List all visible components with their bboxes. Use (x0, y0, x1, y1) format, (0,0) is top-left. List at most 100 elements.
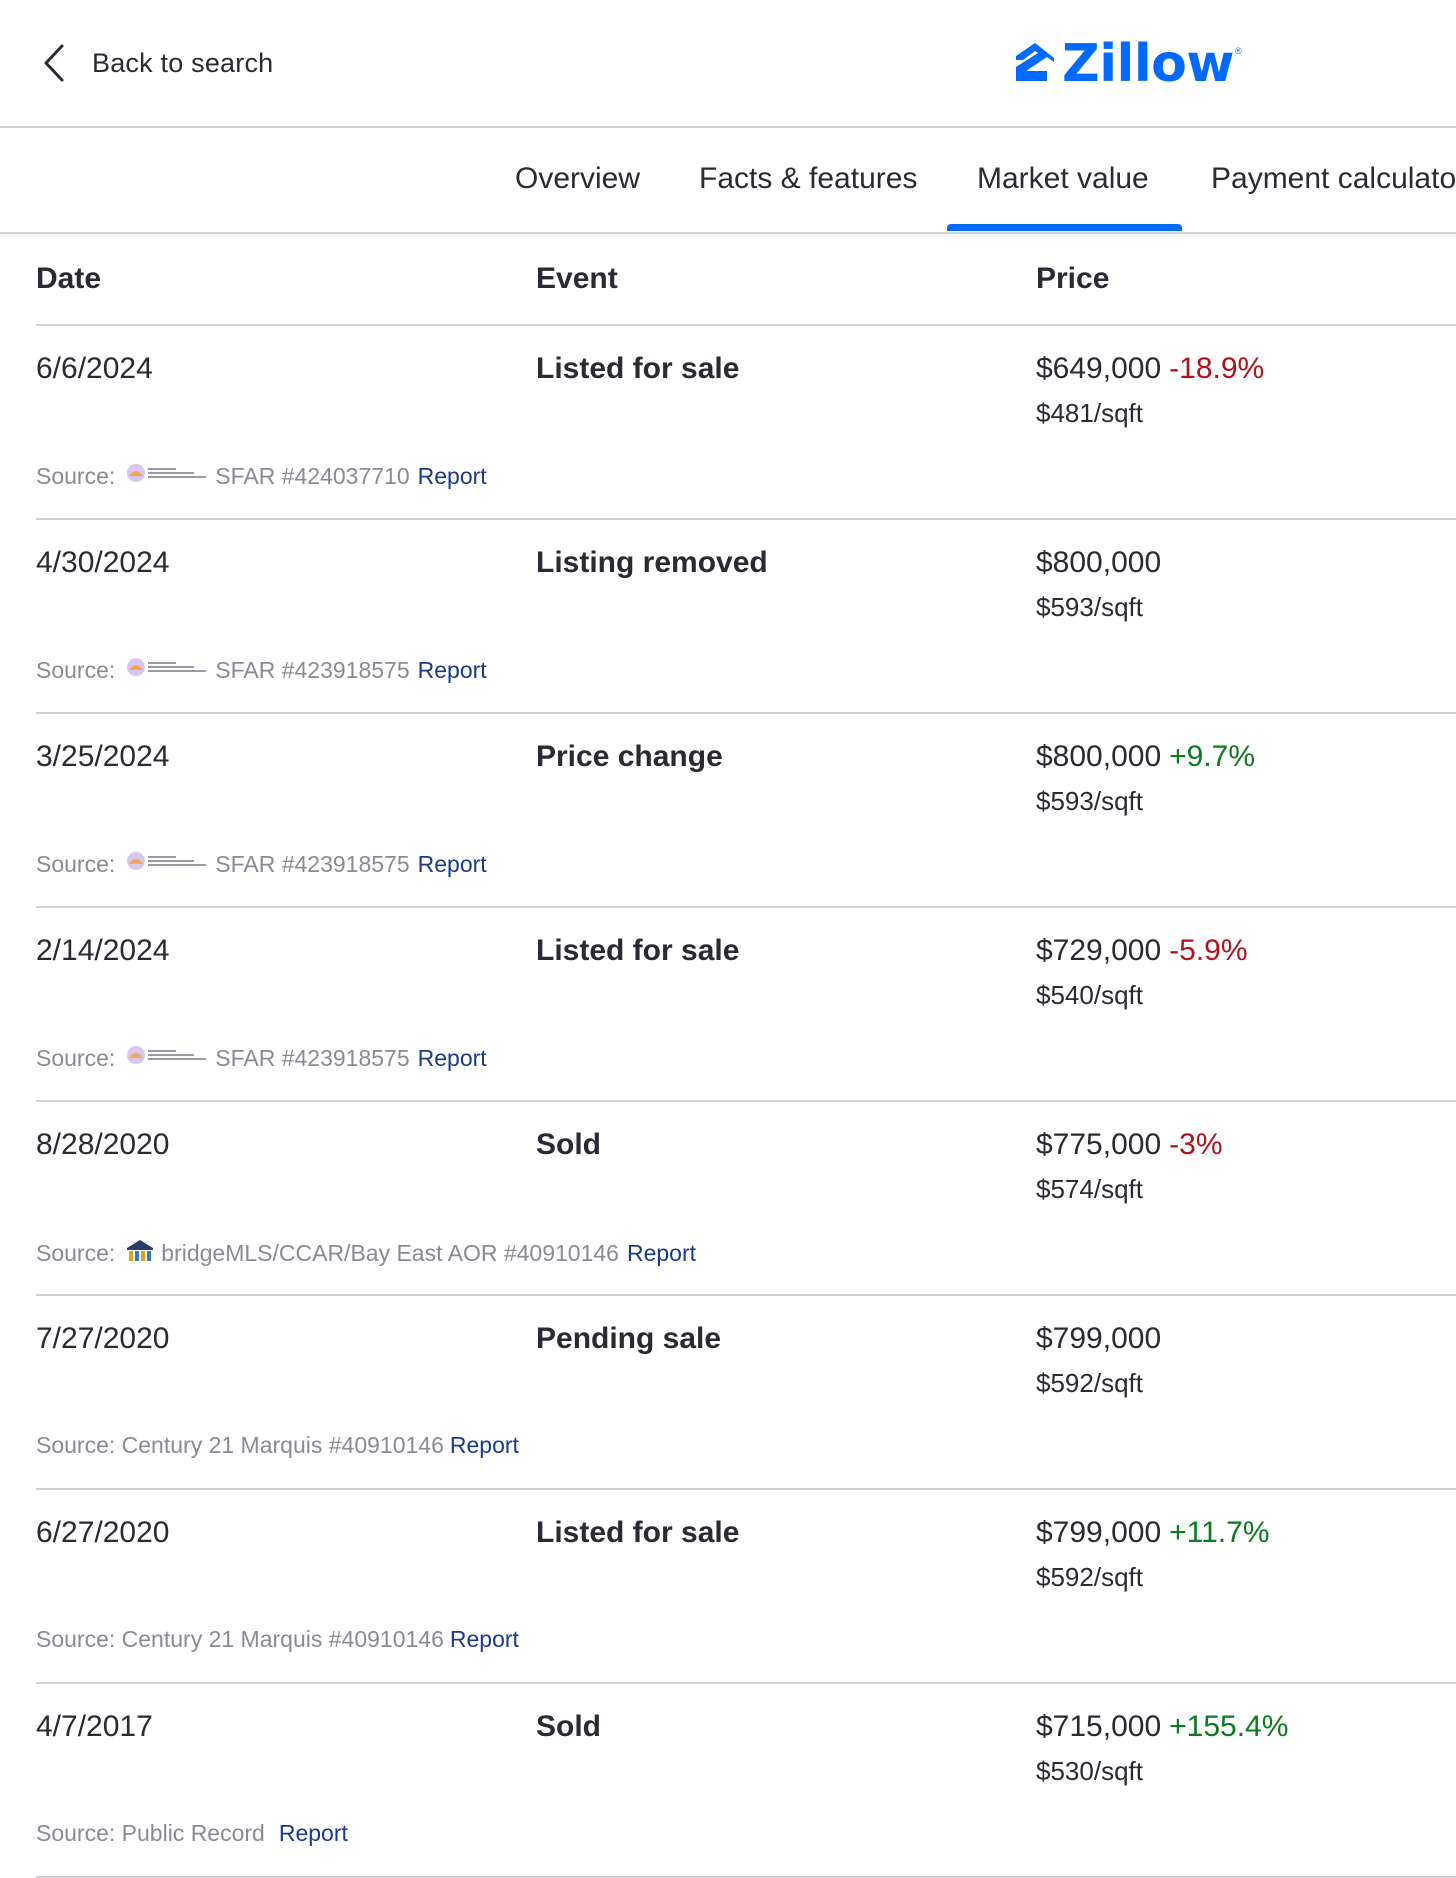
row-source: Source: SFAR #423918575 Report (36, 656, 487, 684)
row-event: Sold (536, 1128, 601, 1161)
row-source: Source: bridgeMLS/CCAR/Bay East AOR #4091… (36, 1238, 696, 1268)
row-price: $649,000 (1036, 352, 1162, 385)
row-price-line: $729,000 -5.9% (1036, 934, 1248, 968)
back-to-search-button[interactable]: Back to search (42, 38, 273, 88)
row-date: 6/6/2024 (36, 352, 153, 385)
row-price-per-sqft: $593/sqft (1036, 786, 1143, 816)
sfar-logo-icon (125, 1044, 209, 1072)
sfar-logo-icon (125, 850, 209, 878)
report-link[interactable]: Report (450, 1432, 519, 1459)
report-link[interactable]: Report (418, 851, 487, 878)
table-row: 7/27/2020 Pending sale $799,000 $592/sqft So… (36, 1296, 1456, 1490)
row-event: Sold (536, 1710, 601, 1743)
row-price: $715,000 (1036, 1710, 1162, 1743)
row-date: 2/14/2024 (36, 934, 170, 967)
row-price: $775,000 (1036, 1128, 1162, 1161)
report-link[interactable]: Report (418, 463, 487, 490)
table-row: 2/14/2024 Listed for sale $729,000 -5.9% $54… (36, 908, 1456, 1102)
row-price-line: $775,000 -3% (1036, 1128, 1223, 1162)
table-row: 4/7/2017 Sold $715,000 +155.4% $530/sqft Sour… (36, 1684, 1456, 1878)
tab-facts-features[interactable]: Facts & features (699, 162, 917, 196)
tab-overview[interactable]: Overview (515, 162, 640, 196)
row-price-per-sqft: $574/sqft (1036, 1174, 1143, 1204)
zillow-wordmark: Zillow (1062, 34, 1234, 94)
report-link[interactable]: Report (627, 1240, 696, 1267)
row-source: Source: SFAR #423918575 Report (36, 1044, 487, 1072)
price-change: +155.4% (1169, 1710, 1289, 1743)
back-to-search-label: Back to search (92, 47, 274, 78)
source-name: bridgeMLS/CCAR/Bay East AOR #40910146 (161, 1239, 619, 1266)
table-row: 6/6/2024 Listed for sale $649,000 -18.9% $48… (36, 326, 1456, 520)
column-header-date: Date (36, 262, 102, 295)
row-event: Pending sale (536, 1322, 722, 1355)
price-change: -5.9% (1169, 934, 1248, 967)
column-header-event: Event (536, 262, 618, 295)
row-source: Source: Century 21 Marquis #40910146 Repo… (36, 1432, 519, 1459)
row-event: Listing removed (536, 546, 768, 579)
source-name: SFAR #423918575 (215, 1044, 410, 1071)
sfar-logo-icon (125, 462, 209, 490)
source-label: Source: (36, 1044, 116, 1071)
row-price-per-sqft: $593/sqft (1036, 592, 1143, 622)
sfar-logo-icon (125, 656, 209, 684)
report-link[interactable]: Report (418, 1045, 487, 1072)
source-name: SFAR #424037710 (215, 462, 410, 489)
row-price-per-sqft: $481/sqft (1036, 398, 1143, 428)
price-change: -3% (1169, 1128, 1223, 1161)
row-price: $800,000 (1036, 546, 1162, 579)
row-price-line: $649,000 -18.9% (1036, 352, 1264, 386)
bridgemls-logo-icon (125, 1238, 155, 1268)
source-label: Source: Century 21 Marquis #40910146 (36, 1432, 444, 1458)
zillow-house-icon (1014, 41, 1056, 88)
row-price: $799,000 (1036, 1516, 1162, 1549)
zillow-logo[interactable]: Zillow ® (1014, 34, 1242, 94)
source-label: Source: Public Record (36, 1820, 265, 1846)
row-date: 4/7/2017 (36, 1710, 153, 1743)
row-date: 7/27/2020 (36, 1322, 170, 1355)
row-source: Source: SFAR #423918575 Report (36, 850, 487, 878)
row-price: $729,000 (1036, 934, 1162, 967)
row-source: Source: Public Record Report (36, 1820, 348, 1847)
price-history-header: Date Event Price (36, 234, 1456, 326)
source-label: Source: (36, 1239, 116, 1266)
table-row: 6/27/2020 Listed for sale $799,000 +11.7% $5… (36, 1490, 1456, 1684)
row-date: 3/25/2024 (36, 740, 170, 773)
source-label: Source: (36, 656, 116, 683)
top-bar: Back to search Zillow ® (0, 0, 1456, 128)
column-header-price: Price (1036, 262, 1110, 295)
table-row: 3/25/2024 Price change $800,000 +9.7% $593/s… (36, 714, 1456, 908)
report-link[interactable]: Report (418, 657, 487, 684)
registered-mark: ® (1234, 46, 1242, 56)
row-event: Listed for sale (536, 1516, 740, 1549)
row-price: $799,000 (1036, 1322, 1162, 1355)
section-tabs: Overview Facts & features Market value P… (0, 128, 1456, 234)
tab-market-value[interactable]: Market value (977, 162, 1149, 196)
source-name: SFAR #423918575 (215, 656, 410, 683)
report-link[interactable]: Report (450, 1626, 519, 1653)
source-name: SFAR #423918575 (215, 850, 410, 877)
row-date: 8/28/2020 (36, 1128, 170, 1161)
row-source: Source: SFAR #424037710 Report (36, 462, 487, 490)
table-row: 4/30/2024 Listing removed $800,000 $593/sqf… (36, 520, 1456, 714)
row-event: Listed for sale (536, 934, 740, 967)
row-event: Listed for sale (536, 352, 740, 385)
row-price-line: $800,000 +9.7% (1036, 740, 1255, 774)
row-price-per-sqft: $530/sqft (1036, 1756, 1143, 1786)
active-tab-indicator (947, 224, 1182, 231)
row-source: Source: Century 21 Marquis #40910146 Repo… (36, 1626, 519, 1653)
price-change: -18.9% (1169, 352, 1265, 385)
price-change: +9.7% (1169, 740, 1256, 773)
row-event: Price change (536, 740, 723, 773)
report-link[interactable]: Report (279, 1820, 348, 1847)
row-price-line: $715,000 +155.4% (1036, 1710, 1288, 1744)
source-label: Source: (36, 850, 116, 877)
row-price-per-sqft: $540/sqft (1036, 980, 1143, 1010)
row-price: $800,000 (1036, 740, 1162, 773)
row-date: 6/27/2020 (36, 1516, 170, 1549)
row-price-per-sqft: $592/sqft (1036, 1368, 1143, 1398)
price-change: +11.7% (1169, 1516, 1270, 1549)
table-row: 8/28/2020 Sold $775,000 -3% $574/sqft Source:… (36, 1102, 1456, 1296)
source-label: Source: (36, 462, 116, 489)
source-label: Source: Century 21 Marquis #40910146 (36, 1626, 444, 1652)
tab-payment-calculator[interactable]: Payment calculato (1211, 162, 1456, 196)
